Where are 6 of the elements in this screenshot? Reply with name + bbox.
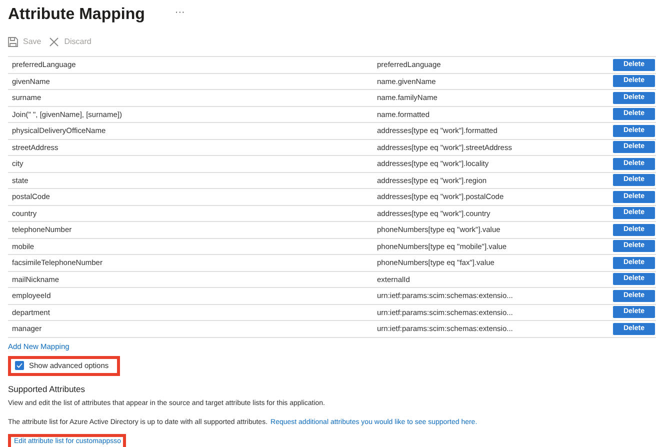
section-heading: Supported Attributes [8,382,86,396]
checkbox[interactable] [15,361,24,370]
save-icon [8,37,18,47]
page-title: Attribute Mapping [8,5,145,25]
close-icon [49,37,60,47]
more-button[interactable]: ··· [174,4,185,20]
